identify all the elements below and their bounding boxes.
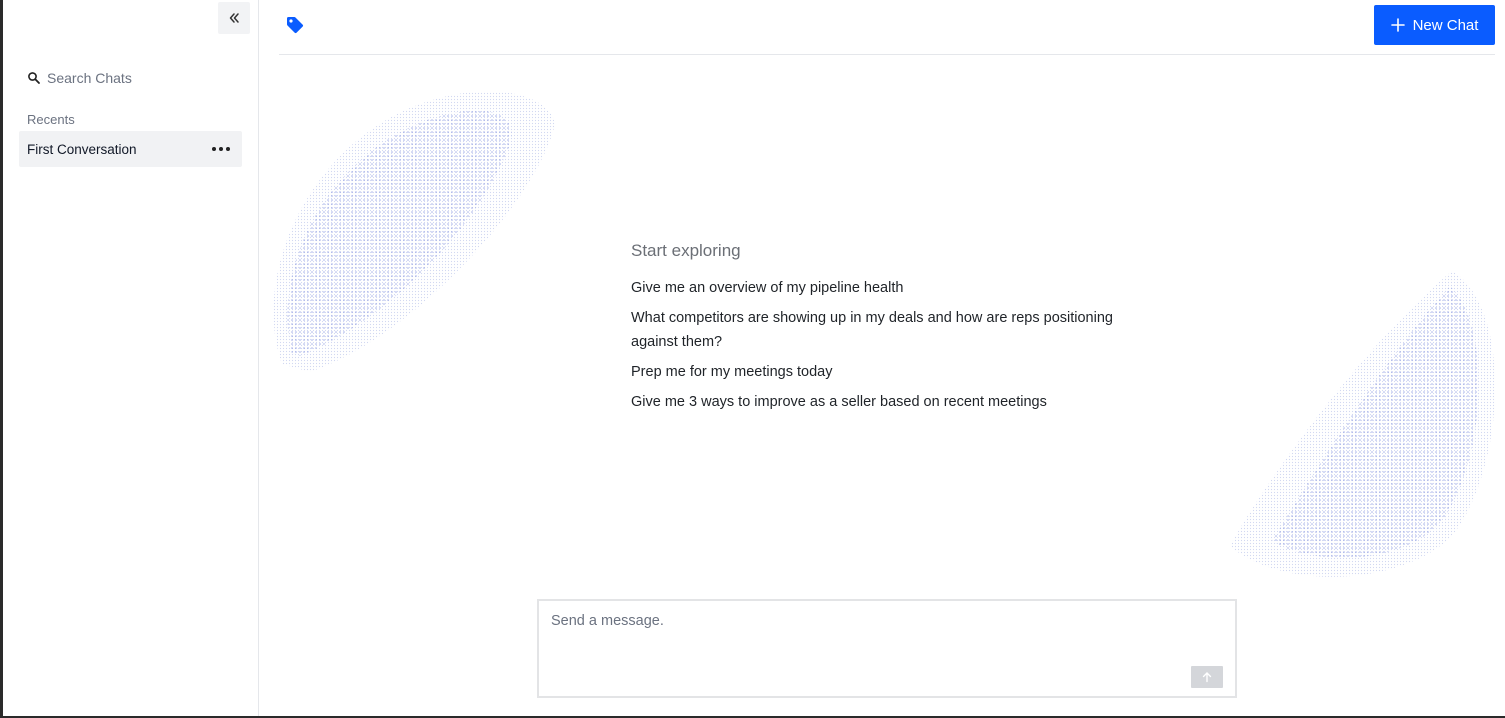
- more-options-icon[interactable]: [208, 143, 234, 155]
- plus-icon: [1390, 18, 1405, 32]
- conversation-title: First Conversation: [27, 141, 137, 157]
- collapse-sidebar-button[interactable]: [218, 2, 250, 34]
- suggested-prompt[interactable]: What competitors are showing up in my de…: [631, 306, 1151, 354]
- decorative-globe-right: [1230, 271, 1496, 577]
- recents-label: Recents: [27, 112, 75, 127]
- tag-icon[interactable]: [285, 15, 305, 35]
- arrow-up-icon: [1202, 672, 1212, 683]
- sidebar: Search Chats Recents First Conversation: [3, 0, 259, 716]
- chevrons-left-icon: [229, 13, 239, 23]
- message-input[interactable]: [551, 613, 1191, 663]
- suggested-prompt[interactable]: Give me 3 ways to improve as a seller ba…: [631, 390, 1151, 414]
- send-button[interactable]: [1191, 666, 1223, 688]
- header-divider: [279, 54, 1495, 55]
- search-icon: [28, 72, 40, 84]
- start-exploring-section: Start exploring Give me an overview of m…: [631, 241, 1151, 420]
- start-exploring-heading: Start exploring: [631, 241, 741, 260]
- search-chats[interactable]: Search Chats: [27, 66, 237, 90]
- new-chat-button[interactable]: New Chat: [1374, 5, 1495, 45]
- message-composer: [537, 599, 1237, 698]
- suggested-prompt[interactable]: Prep me for my meetings today: [631, 360, 1151, 384]
- suggested-prompt[interactable]: Give me an overview of my pipeline healt…: [631, 276, 1151, 300]
- decorative-globe-left: [273, 91, 555, 372]
- conversation-item[interactable]: First Conversation: [19, 131, 242, 167]
- new-chat-label: New Chat: [1412, 16, 1479, 34]
- search-chats-placeholder: Search Chats: [47, 70, 132, 86]
